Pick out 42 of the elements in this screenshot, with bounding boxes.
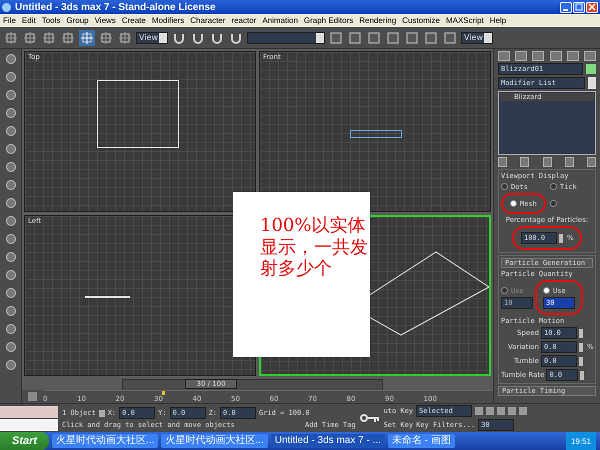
- menu-item[interactable]: Help: [490, 16, 506, 25]
- key-icon[interactable]: [360, 413, 380, 423]
- emitter-edge: [85, 296, 130, 298]
- menu-item[interactable]: Group: [66, 16, 89, 25]
- render-type-dropdown[interactable]: View: [461, 32, 493, 44]
- menu-item[interactable]: MAXScript: [446, 16, 484, 25]
- menu-item[interactable]: Animation: [262, 16, 298, 25]
- menu-item[interactable]: Graph Editors: [304, 16, 354, 25]
- menu-item[interactable]: Edit: [22, 16, 36, 25]
- status-swatch: [0, 406, 58, 418]
- menu-item[interactable]: Create: [122, 16, 146, 25]
- window-title: Untitled - 3ds max 7 - Stand-alone License: [15, 2, 217, 12]
- menu-item[interactable]: Character: [190, 16, 226, 25]
- spinner-icon[interactable]: [559, 234, 563, 242]
- status-swatch: [0, 418, 58, 430]
- emitter-edge: [350, 130, 402, 138]
- menu-item[interactable]: Views: [94, 16, 116, 25]
- menu-item[interactable]: Customize: [402, 16, 440, 25]
- menu-item[interactable]: reactor: [231, 16, 256, 25]
- menu-item[interactable]: Rendering: [359, 16, 396, 25]
- object-color-swatch[interactable]: [586, 64, 596, 74]
- reference-coordinate-dropdown[interactable]: View: [136, 32, 168, 44]
- menu-item[interactable]: File: [3, 16, 16, 25]
- taskbar-button[interactable]: 未命名 - 画图: [388, 434, 455, 448]
- annotation-text: 100%以实体显示，一共发射多少个: [260, 215, 368, 280]
- time-marker: [162, 391, 166, 395]
- taskbar-button[interactable]: 火星时代动画大社区...: [52, 434, 158, 448]
- menu-item[interactable]: Modifiers: [152, 16, 184, 25]
- sphere-icon[interactable]: [4, 71, 16, 83]
- taskbar-button[interactable]: 火星时代动画大社区...: [161, 434, 268, 448]
- close-icon: [588, 3, 596, 11]
- menu-item[interactable]: Tools: [42, 16, 60, 25]
- maximize-icon: [575, 3, 583, 11]
- maximize-button[interactable]: [573, 2, 585, 12]
- minimize-button[interactable]: [560, 2, 572, 12]
- start-button[interactable]: Start: [0, 432, 50, 450]
- clock: 19:51: [570, 436, 591, 446]
- taskbar-button[interactable]: Untitled - 3ds max 7 - ...: [270, 434, 385, 448]
- close-button[interactable]: [586, 2, 598, 12]
- selection-set-dropdown[interactable]: [247, 32, 325, 44]
- app-icon: [2, 2, 11, 12]
- move-icon[interactable]: [79, 30, 95, 46]
